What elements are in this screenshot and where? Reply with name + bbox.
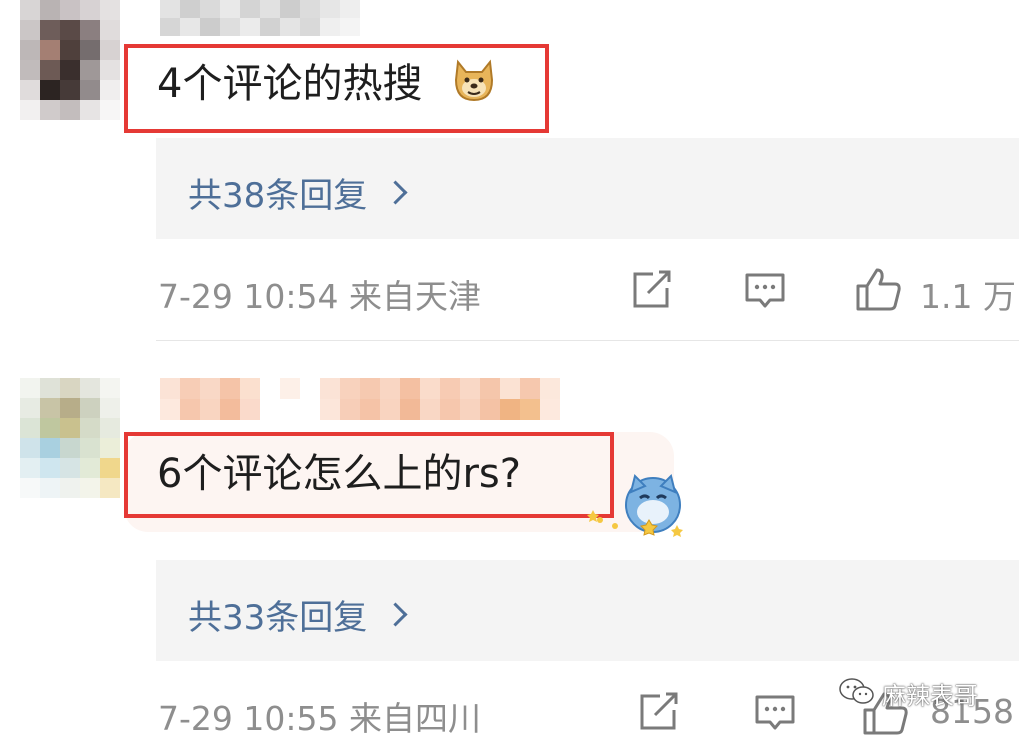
comment-icon[interactable] xyxy=(754,694,796,732)
avatar[interactable] xyxy=(20,378,120,498)
like-icon[interactable] xyxy=(855,266,903,312)
chevron-right-icon xyxy=(383,180,408,205)
comment-meta: 7-29 10:54 来自天津 xyxy=(158,277,481,316)
share-icon[interactable] xyxy=(638,692,680,732)
comment-text: 4个评论的热搜 xyxy=(157,58,422,110)
wechat-logo-icon xyxy=(839,678,874,704)
reply-box[interactable]: 共38条回复 xyxy=(156,138,1019,239)
like-count: 1.1 万 xyxy=(920,277,1016,316)
reply-box[interactable]: 共33条回复 xyxy=(156,560,1019,661)
share-icon[interactable] xyxy=(631,270,673,310)
comment-text: 6个评论怎么上的rs? xyxy=(157,448,521,500)
comment-meta: 7-29 10:55 来自四川 xyxy=(158,699,481,738)
view-replies-link[interactable]: 共38条回复 xyxy=(188,168,408,217)
username[interactable] xyxy=(160,0,360,36)
view-replies-label: 共38条回复 xyxy=(188,176,368,216)
divider xyxy=(156,340,1019,341)
doge-emoji-icon xyxy=(454,59,494,102)
chevron-right-icon xyxy=(383,602,408,627)
comment-icon[interactable] xyxy=(744,272,786,310)
avatar[interactable] xyxy=(20,0,120,120)
view-replies-label: 共33条回复 xyxy=(188,598,368,638)
comment-text-content: 6个评论怎么上的rs? xyxy=(157,451,521,497)
view-replies-link[interactable]: 共33条回复 xyxy=(188,590,408,639)
comment-text-content: 4个评论的热搜 xyxy=(157,61,423,107)
blue-cat-sticker-icon xyxy=(587,474,683,537)
username[interactable] xyxy=(160,378,560,420)
watermark: 麻辣表哥 xyxy=(882,683,978,710)
